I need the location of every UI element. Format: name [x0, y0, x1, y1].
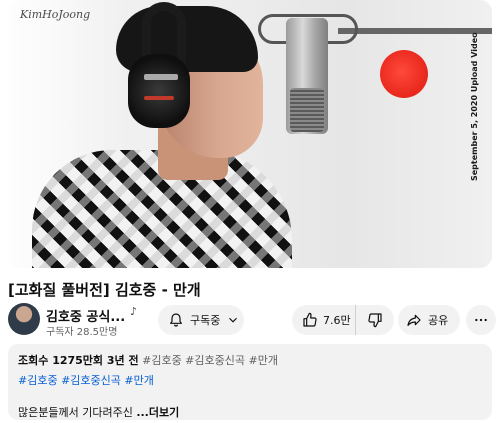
view-stats: 조회수 1275만회 3년 전: [18, 354, 139, 367]
dislike-button[interactable]: [356, 305, 394, 335]
channel-avatar[interactable]: [8, 303, 40, 335]
music-note-icon: ♪: [130, 305, 138, 318]
description-stats-line: 조회수 1275만회 3년 전 #김호중 #김호중신곡 #만개: [18, 352, 482, 368]
headphone-earcup: [128, 54, 190, 128]
headphone-accent: [144, 96, 174, 100]
thumb-up-icon: [302, 312, 318, 328]
show-more-link[interactable]: ...더보기: [136, 406, 179, 419]
headphone-logo: [144, 74, 178, 80]
share-button[interactable]: 공유: [398, 305, 460, 335]
hashtags-top[interactable]: #김호중 #김호중신곡 #만개: [142, 354, 278, 367]
like-button[interactable]: 7.6만: [292, 305, 356, 335]
hashtags-links[interactable]: #김호중 #김호중신곡 #만개: [18, 372, 482, 388]
red-studio-light: [380, 50, 428, 98]
mic-boom-arm: [338, 28, 492, 34]
description-snippet: 많은분들께서 기다려주신: [18, 406, 137, 419]
like-dislike-group: 7.6만: [292, 305, 394, 335]
video-player[interactable]: KimHoJoong September 5, 2020 Upload Vide…: [8, 0, 492, 268]
video-side-caption: September 5, 2020 Upload Video: [470, 32, 479, 182]
subscribe-label: 구독중: [190, 314, 221, 327]
thumb-down-icon: [367, 312, 383, 328]
microphone-grille: [290, 88, 324, 132]
chevron-down-icon: [226, 313, 240, 327]
bell-icon: [168, 312, 184, 328]
subscribe-button[interactable]: 구독중: [158, 305, 244, 335]
more-actions-button[interactable]: [466, 305, 496, 335]
share-icon: [406, 312, 422, 328]
video-title: [고화질 풀버전] 김호중 - 만개: [8, 281, 201, 299]
more-vert-icon: [474, 313, 488, 327]
description-snippet-line: 많은분들께서 기다려주신 ...더보기: [18, 404, 482, 420]
video-watermark: KimHoJoong: [20, 8, 91, 21]
subscriber-count: 구독자 28.5만명: [46, 327, 118, 338]
share-label: 공유: [428, 314, 449, 327]
like-count: 7.6만: [323, 314, 351, 327]
description-box[interactable]: 조회수 1275만회 3년 전 #김호중 #김호중신곡 #만개 #김호중 #김호…: [8, 344, 492, 420]
